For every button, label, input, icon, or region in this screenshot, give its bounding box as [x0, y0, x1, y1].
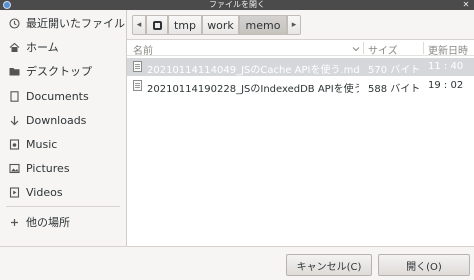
file-row[interactable]: 20210114190228_JSのIndexedDB APIを使う... 58… — [127, 77, 474, 95]
close-button[interactable]: ✕ — [460, 1, 472, 9]
sidebar-item-label: ホーム — [26, 41, 59, 54]
sidebar-item-pictures[interactable]: Pictures — [0, 156, 126, 180]
sort-arrow-icon — [352, 43, 360, 56]
path-forward-button[interactable]: ▸ — [287, 15, 301, 35]
sidebar-item-label: デスクトップ — [26, 65, 92, 78]
sidebar-item-label: 最近開いたファイル — [26, 17, 125, 30]
clock-icon — [9, 17, 20, 29]
file-row[interactable]: 20210114114049_JSのCache APIを使う.md 570 バイ… — [127, 58, 474, 76]
sidebar-item-downloads[interactable]: Downloads — [0, 108, 126, 132]
sidebar-item-desktop[interactable]: デスクトップ — [0, 59, 126, 83]
cancel-button[interactable]: キャンセル(C) — [286, 254, 372, 276]
sidebar-divider — [6, 206, 120, 207]
video-icon — [9, 186, 20, 198]
home-icon — [9, 42, 20, 53]
sidebar-item-other-locations[interactable]: 他の場所 — [0, 210, 126, 234]
sidebar-item-label: 他の場所 — [26, 216, 70, 229]
file-name: 20210114114049_JSのCache APIを使う.md — [147, 65, 359, 76]
column-header-size[interactable]: サイズ — [368, 42, 398, 57]
path-crumb-root[interactable] — [146, 15, 168, 35]
plus-icon — [9, 217, 20, 228]
crumb-label: tmp — [173, 18, 196, 32]
open-button[interactable]: 開く(O) — [378, 254, 470, 276]
path-crumb-memo[interactable]: memo — [239, 15, 287, 35]
sidebar-item-music[interactable]: Music — [0, 132, 126, 156]
sidebar-item-label: Documents — [26, 89, 89, 103]
column-divider — [423, 42, 424, 54]
file-size: 570 バイト — [368, 65, 421, 76]
title-bar: ファイルを開く ✕ — [0, 0, 474, 10]
path-crumb-tmp[interactable]: tmp — [168, 15, 202, 35]
document-icon — [9, 90, 20, 102]
file-name: 20210114190228_JSのIndexedDB APIを使う... — [147, 84, 359, 95]
sidebar-item-label: Downloads — [26, 113, 87, 127]
drive-icon — [152, 20, 162, 30]
folder-icon — [9, 66, 20, 77]
picture-icon — [9, 163, 20, 174]
sidebar-item-label: Pictures — [26, 161, 70, 175]
dialog-footer: キャンセル(C) 開く(O) — [0, 246, 474, 280]
file-size: 588 バイト — [368, 84, 421, 95]
text-file-icon — [133, 61, 142, 72]
path-bar: ◂ tmp work memo ▸ — [127, 10, 474, 40]
sidebar-item-recent[interactable]: 最近開いたファイル — [0, 11, 126, 35]
download-icon — [9, 115, 20, 126]
file-list-header: 名前 サイズ 更新日時 — [127, 40, 474, 57]
file-modified: 19 : 02 — [428, 80, 464, 91]
music-icon — [9, 138, 20, 150]
sidebar-item-home[interactable]: ホーム — [0, 35, 126, 59]
column-header-modified[interactable]: 更新日時 — [428, 42, 468, 57]
path-crumb-work[interactable]: work — [202, 15, 239, 35]
crumb-label: work — [207, 18, 234, 32]
sidebar-item-documents[interactable]: Documents — [0, 84, 126, 108]
column-divider — [363, 42, 364, 54]
chevron-right-icon: ▸ — [291, 20, 297, 30]
places-sidebar: 最近開いたファイル ホーム デスクトップ Documents Downloads… — [0, 10, 127, 246]
sidebar-item-label: Music — [26, 137, 58, 151]
sidebar-item-label: Videos — [26, 185, 63, 199]
file-modified: 11 : 40 — [428, 61, 464, 72]
text-file-icon — [133, 80, 142, 91]
sidebar-item-videos[interactable]: Videos — [0, 180, 126, 204]
chevron-left-icon: ◂ — [136, 20, 142, 30]
window-title: ファイルを開く — [209, 0, 265, 9]
column-header-name[interactable]: 名前 — [133, 42, 153, 57]
path-back-button[interactable]: ◂ — [132, 15, 146, 35]
crumb-label: memo — [245, 18, 281, 32]
